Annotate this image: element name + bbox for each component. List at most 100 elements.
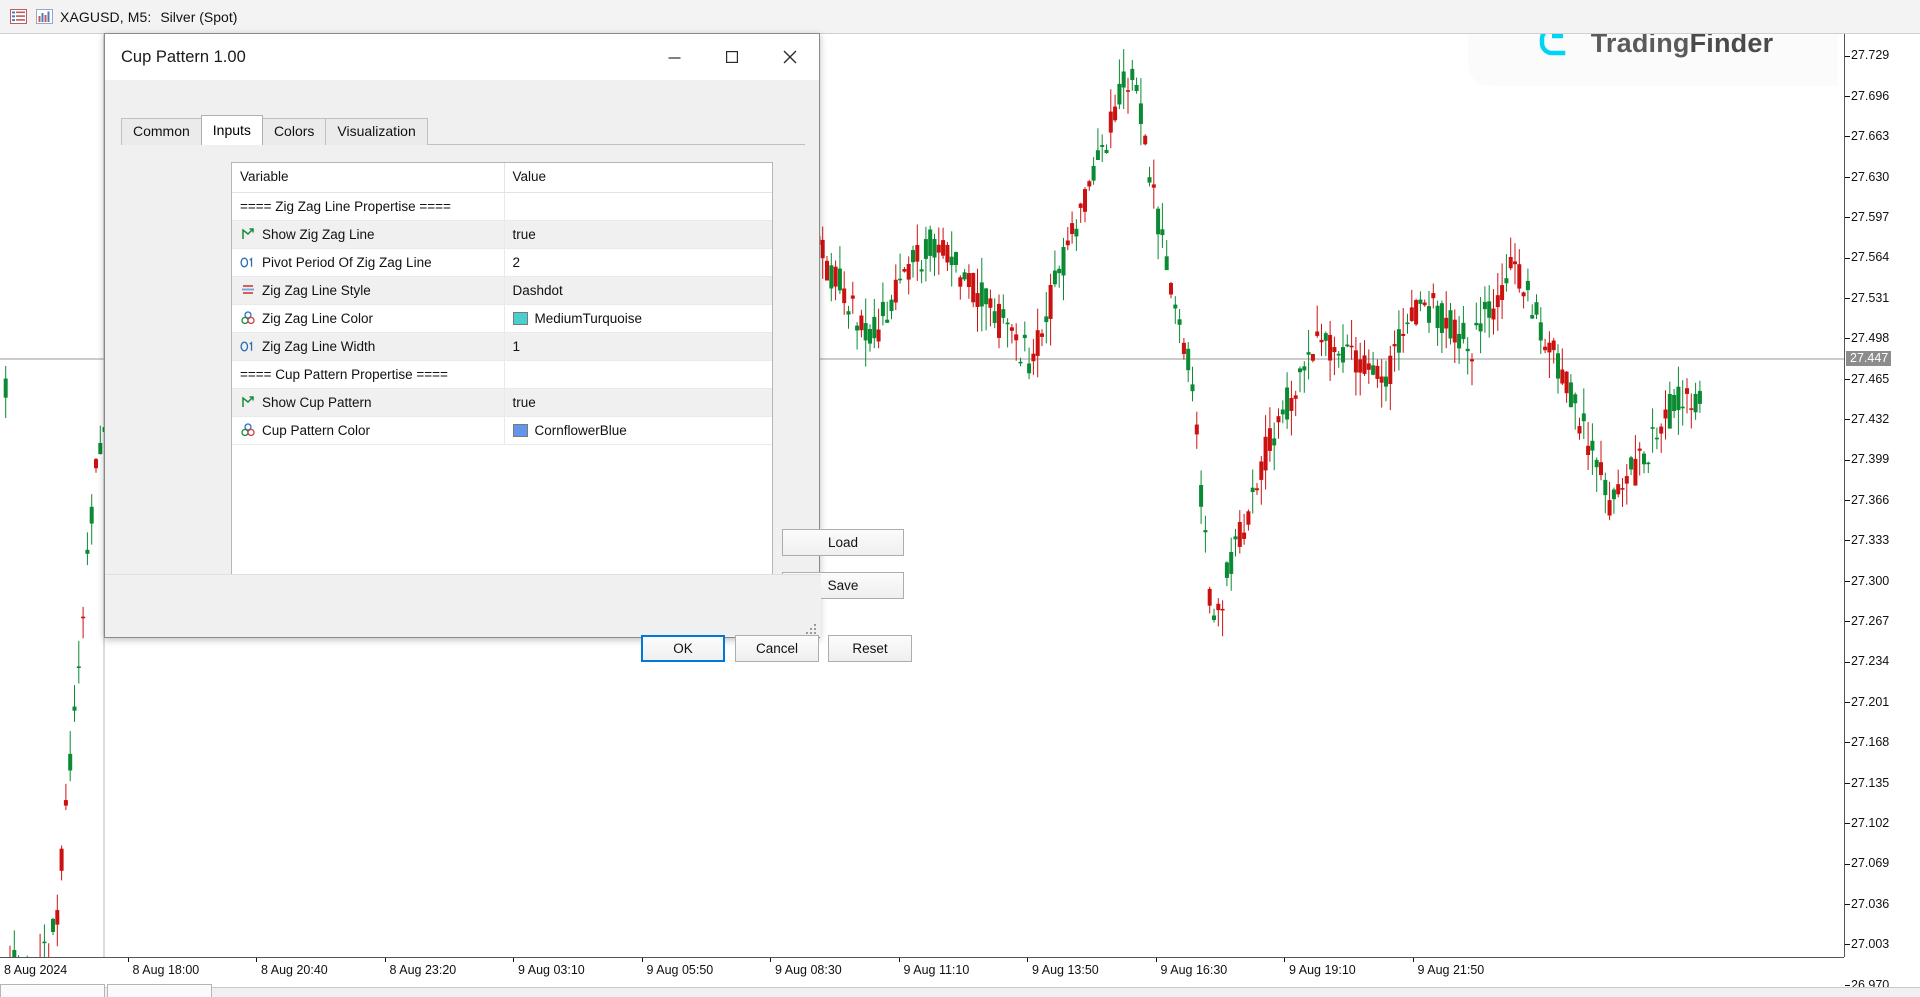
cell-value[interactable]: 1 xyxy=(504,332,772,360)
cell-value[interactable]: true xyxy=(504,388,772,416)
cell-value xyxy=(504,360,772,388)
price-tick-label: 27.135 xyxy=(1845,777,1920,789)
time-tick-label: 9 Aug 05:50 xyxy=(647,963,714,977)
variable-label: Zig Zag Line Width xyxy=(262,339,375,354)
time-tick-label: 9 Aug 21:50 xyxy=(1418,963,1485,977)
chart-tab-strip[interactable] xyxy=(0,983,212,997)
price-tick-label: 27.432 xyxy=(1845,413,1920,425)
price-axis[interactable]: 27.76227.72927.69627.66327.63027.59727.5… xyxy=(1844,0,1920,957)
table-row[interactable]: Cup Pattern Color CornflowerBlue xyxy=(232,416,772,444)
price-tick-label: 27.465 xyxy=(1845,373,1920,385)
price-tick-label: 27.333 xyxy=(1845,534,1920,546)
chart-symbol-label: XAGUSD, M5: xyxy=(60,9,151,25)
table-row[interactable]: Zig Zag Line StyleDashdot xyxy=(232,276,772,304)
list-icon[interactable] xyxy=(8,8,28,26)
dialog-titlebar[interactable]: Cup Pattern 1.00 xyxy=(105,34,819,80)
value-label: 1 xyxy=(513,339,521,354)
cancel-button[interactable]: Cancel xyxy=(735,635,819,662)
variable-label: ==== Cup Pattern Propertise ==== xyxy=(240,367,448,382)
inputs-table-panel[interactable]: Variable Value ==== Zig Zag Line Propert… xyxy=(231,162,773,611)
variable-label: Cup Pattern Color xyxy=(262,423,370,438)
chart-instrument-label: Silver (Spot) xyxy=(160,9,237,25)
arrow-branch-icon xyxy=(240,227,255,242)
price-tick-label: 27.663 xyxy=(1845,130,1920,142)
dialog-tab-bar[interactable]: CommonInputsColorsVisualization xyxy=(121,115,427,145)
time-tick-label: 8 Aug 20:40 xyxy=(261,963,328,977)
tab-common[interactable]: Common xyxy=(121,118,202,145)
cell-variable: Pivot Period Of Zig Zag Line xyxy=(232,248,504,276)
price-tick-label: 27.729 xyxy=(1845,49,1920,61)
value-label: 2 xyxy=(513,255,521,270)
value-label: MediumTurquoise xyxy=(535,311,643,326)
table-row[interactable]: Zig Zag Line Width 1 xyxy=(232,332,772,360)
price-tick-label: 27.036 xyxy=(1845,898,1920,910)
cell-variable: ==== Zig Zag Line Propertise ==== xyxy=(232,192,504,220)
cell-variable: Zig Zag Line Width xyxy=(232,332,504,360)
price-tick-label: 27.201 xyxy=(1845,696,1920,708)
cell-value[interactable]: MediumTurquoise xyxy=(504,304,772,332)
cell-variable: ==== Cup Pattern Propertise ==== xyxy=(232,360,504,388)
time-tick-label: 9 Aug 03:10 xyxy=(518,963,585,977)
chart-tab[interactable] xyxy=(0,984,105,997)
time-tick-label: 8 Aug 2024 xyxy=(4,963,67,977)
table-row[interactable]: Show Cup Pattern true xyxy=(232,388,772,416)
value-label: true xyxy=(513,227,536,242)
variable-label: Pivot Period Of Zig Zag Line xyxy=(262,255,432,270)
dialog-title: Cup Pattern 1.00 xyxy=(105,48,246,67)
tab-visualization[interactable]: Visualization xyxy=(325,118,427,145)
price-tick-label: 27.498 xyxy=(1845,332,1920,344)
tab-colors[interactable]: Colors xyxy=(262,118,326,145)
variable-label: Show Cup Pattern xyxy=(262,395,372,410)
cell-value[interactable]: Dashdot xyxy=(504,276,772,304)
value-label: true xyxy=(513,395,536,410)
price-tick-label: 27.366 xyxy=(1845,494,1920,506)
status-bar xyxy=(0,987,1920,997)
table-row[interactable]: Show Zig Zag Line true xyxy=(232,220,772,248)
price-tick-label: 27.630 xyxy=(1845,171,1920,183)
minimize-icon[interactable] xyxy=(645,34,703,80)
variable-label: ==== Zig Zag Line Propertise ==== xyxy=(240,199,451,214)
cell-variable: Show Zig Zag Line xyxy=(232,220,504,248)
maximize-icon[interactable] xyxy=(703,34,761,80)
time-tick-label: 9 Aug 11:10 xyxy=(904,963,970,977)
arrow-branch-icon xyxy=(240,395,255,410)
cell-value[interactable]: CornflowerBlue xyxy=(504,416,772,444)
color-palette-icon xyxy=(240,423,255,438)
price-tick-label: 27.597 xyxy=(1845,211,1920,223)
bar-chart-icon[interactable] xyxy=(34,8,54,26)
chart-toolbar: XAGUSD, M5: Silver (Spot) xyxy=(0,0,1920,34)
time-tick-label: 9 Aug 16:30 xyxy=(1161,963,1228,977)
table-row[interactable]: Pivot Period Of Zig Zag Line 2 xyxy=(232,248,772,276)
table-header-row: Variable Value xyxy=(232,163,772,192)
column-header-variable: Variable xyxy=(232,163,504,192)
indicator-properties-dialog: Cup Pattern 1.00 CommonInputsColorsVisua… xyxy=(104,33,820,638)
cell-value[interactable]: true xyxy=(504,220,772,248)
time-tick-label: 9 Aug 19:10 xyxy=(1289,963,1356,977)
dialog-footer xyxy=(105,574,821,637)
tab-inputs[interactable]: Inputs xyxy=(201,115,263,145)
time-tick-label: 8 Aug 18:00 xyxy=(133,963,200,977)
number-01-icon xyxy=(240,339,255,354)
table-section-row: ==== Cup Pattern Propertise ==== xyxy=(232,360,772,388)
close-icon[interactable] xyxy=(761,34,819,80)
cell-variable: Zig Zag Line Style xyxy=(232,276,504,304)
load-button[interactable]: Load xyxy=(782,529,904,556)
variable-label: Show Zig Zag Line xyxy=(262,227,375,242)
ok-button[interactable]: OK xyxy=(641,635,725,662)
time-axis[interactable]: 8 Aug 2024 8 Aug 18:00 8 Aug 20:40 8 Aug 23… xyxy=(0,957,1844,987)
price-tick-label: 27.531 xyxy=(1845,292,1920,304)
chart-tab[interactable] xyxy=(107,984,212,997)
resize-grip-icon[interactable] xyxy=(805,623,817,635)
price-tick-label: 27.234 xyxy=(1845,655,1920,667)
color-swatch xyxy=(513,424,528,437)
price-tick-label: 27.564 xyxy=(1845,251,1920,263)
cell-value[interactable]: 2 xyxy=(504,248,772,276)
table-row[interactable]: Zig Zag Line Color MediumTurquoise xyxy=(232,304,772,332)
time-tick-label: 8 Aug 23:20 xyxy=(390,963,457,977)
column-header-value: Value xyxy=(504,163,772,192)
reset-button[interactable]: Reset xyxy=(828,635,912,662)
variable-label: Zig Zag Line Color xyxy=(262,311,373,326)
line-style-icon xyxy=(240,283,255,298)
value-label: CornflowerBlue xyxy=(535,423,627,438)
price-tick-label: 27.696 xyxy=(1845,90,1920,102)
